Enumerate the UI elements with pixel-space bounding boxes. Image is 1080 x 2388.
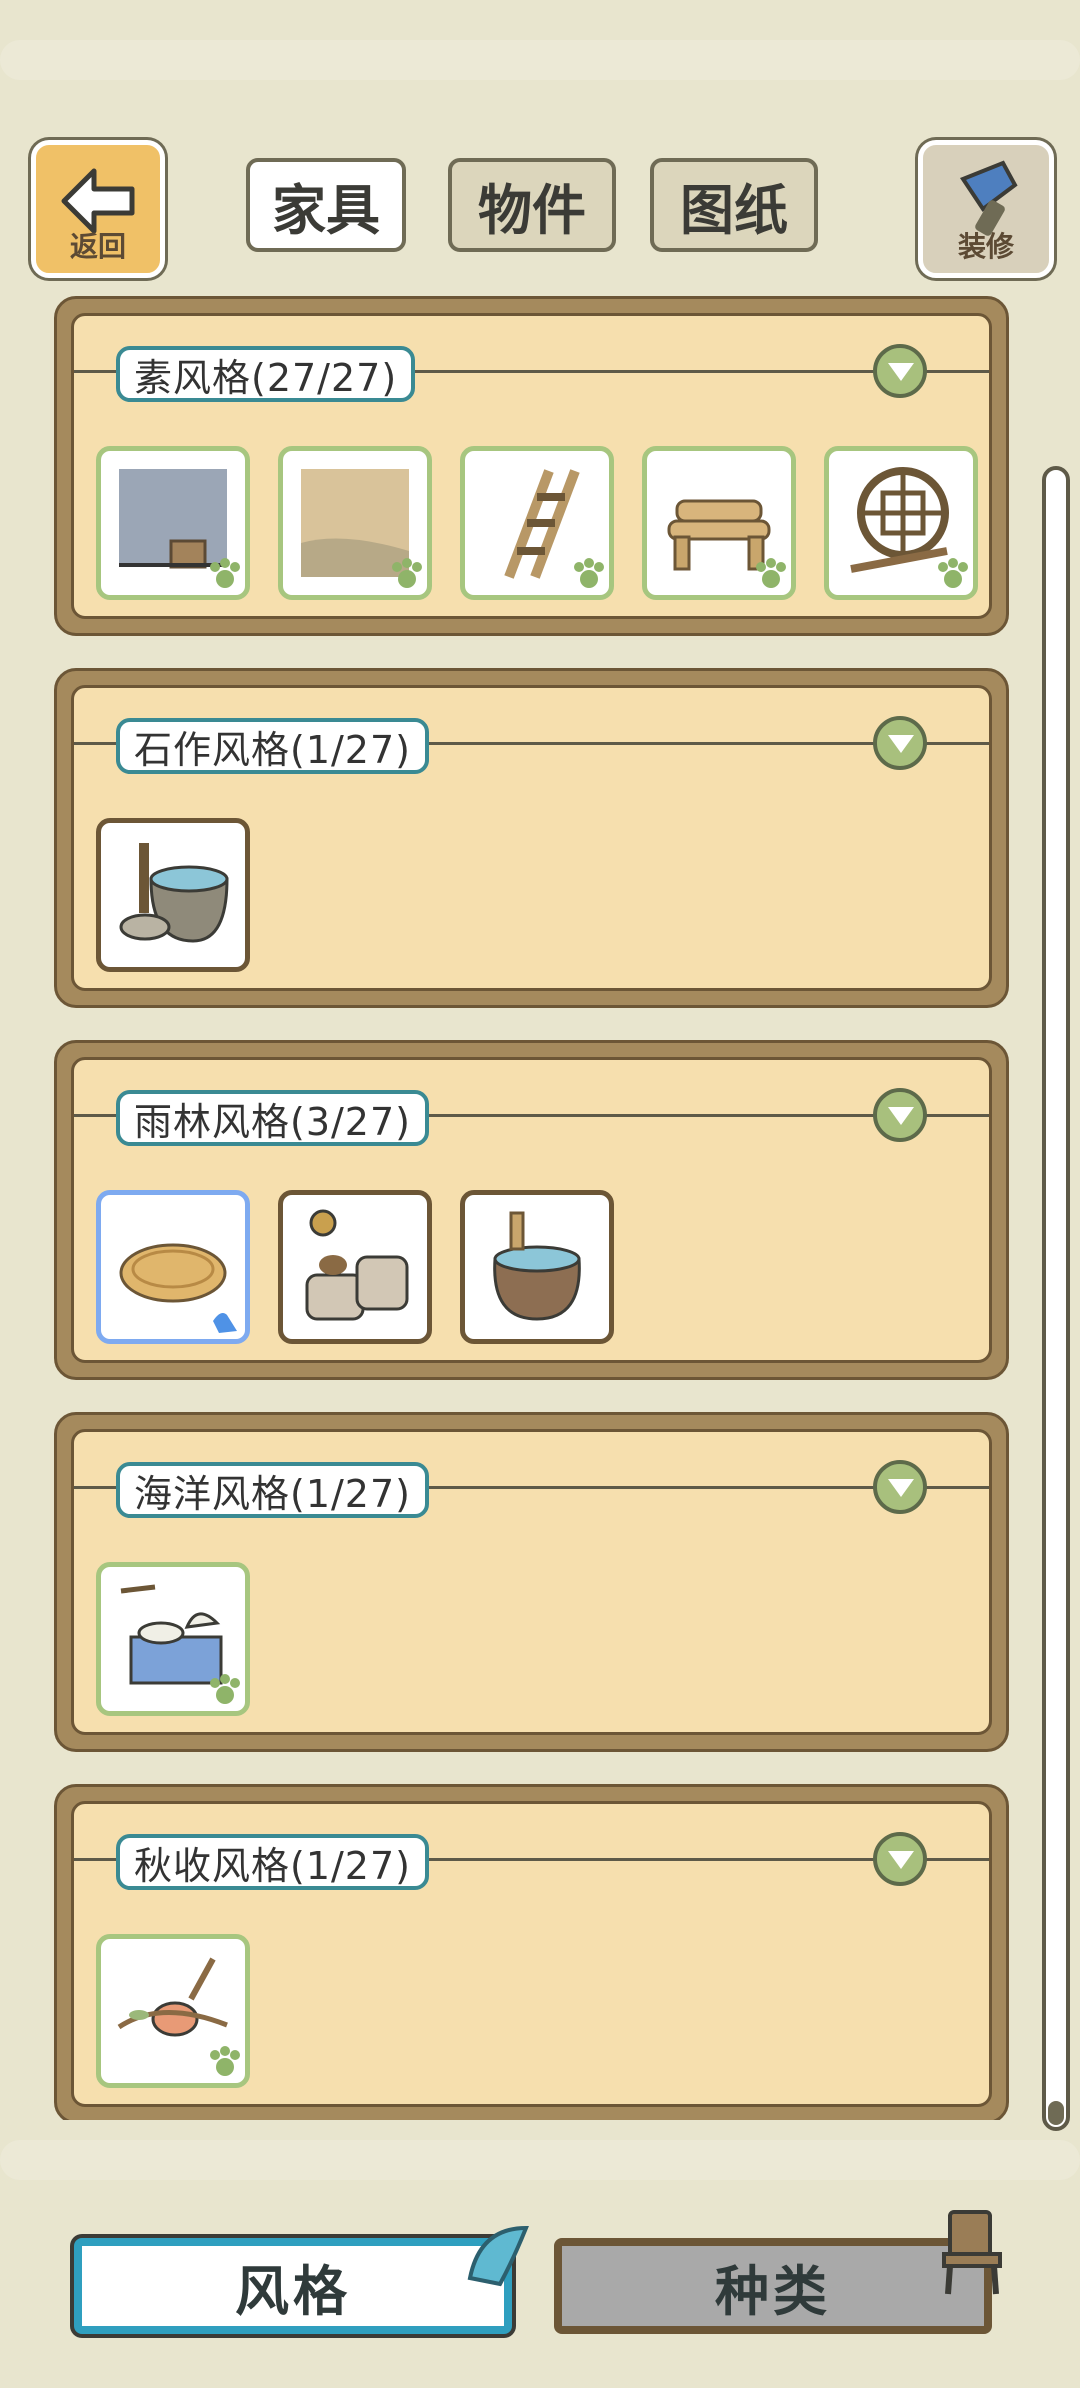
item-rainforest-pot[interactable] <box>460 1190 614 1344</box>
back-button[interactable]: 返回 <box>31 140 165 278</box>
style-section-stone: 石作风格(1/27) <box>54 668 1009 1008</box>
bg-streak <box>0 2140 1080 2180</box>
bg-streak <box>0 40 1080 80</box>
section-panel: 雨林风格(3/27) <box>71 1057 992 1363</box>
collapse-toggle-icon[interactable] <box>873 1088 927 1142</box>
frog-paw-icon <box>756 558 786 588</box>
frog-paw-icon <box>392 558 422 588</box>
collapse-toggle-icon[interactable] <box>873 344 927 398</box>
item-harvest-gourd[interactable] <box>96 1934 250 2088</box>
item-grid <box>96 1190 614 1344</box>
section-title: 素风格(27/27) <box>116 346 416 402</box>
item-plain-bench[interactable] <box>642 446 796 600</box>
item-grid <box>96 446 978 600</box>
frog-paw-icon <box>210 558 240 588</box>
section-title: 雨林风格(3/27) <box>116 1090 429 1146</box>
seashell-icon <box>467 2225 529 2287</box>
item-grid <box>96 1562 250 1716</box>
collapse-toggle-icon[interactable] <box>873 1832 927 1886</box>
tab-blueprints-label: 图纸 <box>680 178 788 242</box>
hand-pointer-icon <box>213 1313 237 1333</box>
section-title: 海洋风格(1/27) <box>116 1462 429 1518</box>
collapse-toggle-icon[interactable] <box>873 716 927 770</box>
clay-stove-icon <box>305 1209 409 1321</box>
item-ocean-cabinet[interactable] <box>96 1562 250 1716</box>
section-panel: 素风格(27/27) <box>71 313 992 619</box>
water-pot-icon <box>493 1211 581 1321</box>
scrollbar[interactable] <box>1042 466 1070 2131</box>
decorate-label: 装修 <box>957 230 1014 263</box>
section-panel: 秋收风格(1/27) <box>71 1801 992 2107</box>
tab-style-label: 风格 <box>235 2259 351 2323</box>
section-panel: 海洋风格(1/27) <box>71 1429 992 1735</box>
decorate-button[interactable]: 装修 <box>918 140 1054 278</box>
section-title: 秋收风格(1/27) <box>116 1834 429 1890</box>
item-plain-floor[interactable] <box>278 446 432 600</box>
tab-style[interactable]: 风格 <box>74 2238 512 2334</box>
chair-icon <box>942 2210 1002 2295</box>
section-title: 石作风格(1/27) <box>116 718 429 774</box>
tab-type-label: 种类 <box>715 2259 831 2323</box>
section-panel: 石作风格(1/27) <box>71 685 992 991</box>
item-grid <box>96 1934 250 2088</box>
style-section-plain: 素风格(27/27) <box>54 296 1009 636</box>
style-section-rainforest: 雨林风格(3/27) <box>54 1040 1009 1380</box>
tab-objects[interactable]: 物件 <box>448 158 616 252</box>
item-plain-window[interactable] <box>824 446 978 600</box>
style-list[interactable]: 素风格(27/27) 石作风格(1/27) 雨林风格(3/27) 海洋风格(1/… <box>0 290 1080 2120</box>
item-plain-wall[interactable] <box>96 446 250 600</box>
scroll-thumb[interactable] <box>1048 2101 1064 2125</box>
tab-furniture[interactable]: 家具 <box>246 158 406 252</box>
collapse-toggle-icon[interactable] <box>873 1460 927 1514</box>
tab-furniture-label: 家具 <box>272 178 380 242</box>
item-stone-water-jar[interactable] <box>96 818 250 972</box>
tab-objects-label: 物件 <box>478 178 586 242</box>
tab-type[interactable]: 种类 <box>554 2238 992 2334</box>
frog-paw-icon <box>210 2046 240 2076</box>
frog-paw-icon <box>210 1674 240 1704</box>
item-grid <box>96 818 250 972</box>
item-rainforest-mat[interactable] <box>96 1190 250 1344</box>
back-label: 返回 <box>69 230 126 263</box>
frog-paw-icon <box>938 558 968 588</box>
tab-blueprints[interactable]: 图纸 <box>650 158 818 252</box>
style-section-ocean: 海洋风格(1/27) <box>54 1412 1009 1752</box>
water-jar-icon <box>119 843 229 943</box>
frog-paw-icon <box>574 558 604 588</box>
item-plain-ladder[interactable] <box>460 446 614 600</box>
item-rainforest-stove[interactable] <box>278 1190 432 1344</box>
style-section-harvest: 秋收风格(1/27) <box>54 1784 1009 2120</box>
